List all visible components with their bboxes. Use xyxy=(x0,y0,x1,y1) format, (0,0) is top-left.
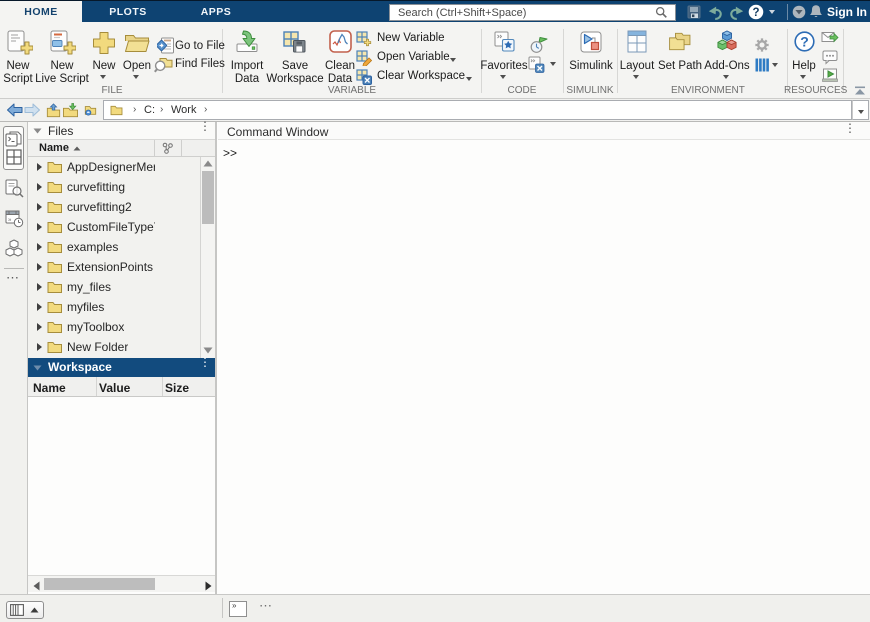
svg-text:?: ? xyxy=(800,34,809,50)
svg-text:?: ? xyxy=(752,7,759,19)
